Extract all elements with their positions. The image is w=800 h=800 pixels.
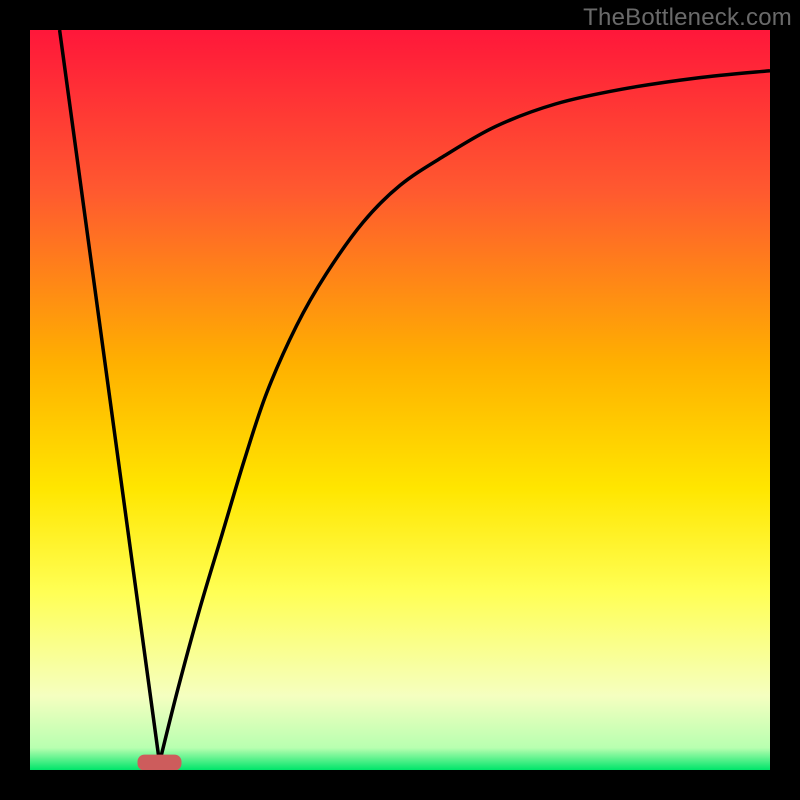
plot-svg [30,30,770,770]
gradient-bg [30,30,770,770]
watermark-text: TheBottleneck.com [583,4,792,32]
chart-frame: TheBottleneck.com [0,0,800,800]
minimum-marker [138,755,182,770]
plot-area [30,30,770,770]
